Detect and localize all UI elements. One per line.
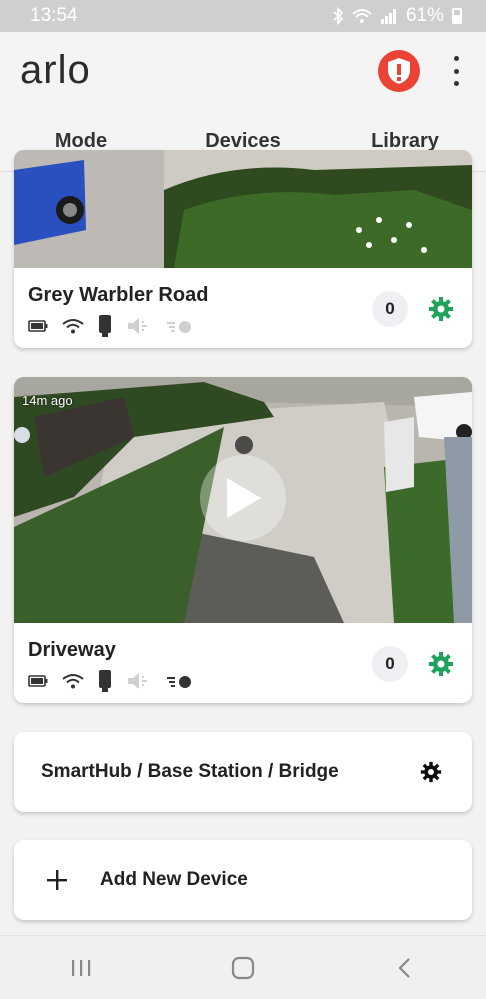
camera-status-icons [28,314,192,338]
more-vertical-icon[interactable] [446,56,466,86]
base-station-card[interactable]: SmartHub / Base Station / Bridge [14,732,472,812]
speaker-muted-icon [128,318,147,334]
play-icon [227,478,261,518]
battery-percent: 61% [405,5,444,26]
bluetooth-icon [333,7,344,25]
gear-icon[interactable] [420,761,442,783]
wifi-icon [62,674,84,689]
power-plug-icon [99,670,111,692]
motion-toggle-icon [167,676,191,688]
battery-icon [452,8,462,24]
wifi-icon [352,9,372,23]
battery-icon [28,320,48,332]
wifi-icon [62,319,84,334]
gear-icon[interactable] [428,296,454,322]
arlo-logo: arlo [20,48,91,92]
add-device-label: Add New Device [100,869,248,890]
gear-icon[interactable] [428,651,454,677]
shield-alert-icon[interactable] [378,50,420,92]
camera-name: Grey Warbler Road [28,284,209,306]
snapshot-age: 14m ago [22,393,73,408]
motion-toggle-icon [167,321,191,333]
camera-name: Driveway [28,639,116,661]
plus-icon [47,870,67,890]
play-button[interactable] [200,455,286,541]
power-plug-icon [99,315,111,337]
battery-icon [28,675,48,687]
event-count-badge[interactable]: 0 [372,291,408,327]
camera-status-icons [28,669,192,693]
base-station-label: SmartHub / Base Station / Bridge [41,761,339,782]
event-count-badge[interactable]: 0 [372,646,408,682]
camera-snapshot[interactable] [14,150,472,268]
signal-icon [380,9,396,24]
add-device-card[interactable]: Add New Device [14,840,472,920]
recent-apps-icon[interactable] [51,948,111,988]
home-icon[interactable] [213,948,273,988]
status-icons: 61% [332,5,462,27]
status-bar: 13:54 61% [0,0,486,32]
back-icon[interactable] [375,948,435,988]
camera-card[interactable]: 14m ago Driveway 0 [14,377,472,703]
speaker-muted-icon [128,673,147,689]
status-time: 13:54 [30,5,78,26]
system-nav-bar [0,935,486,999]
camera-card[interactable]: Grey Warbler Road 0 [14,150,472,348]
